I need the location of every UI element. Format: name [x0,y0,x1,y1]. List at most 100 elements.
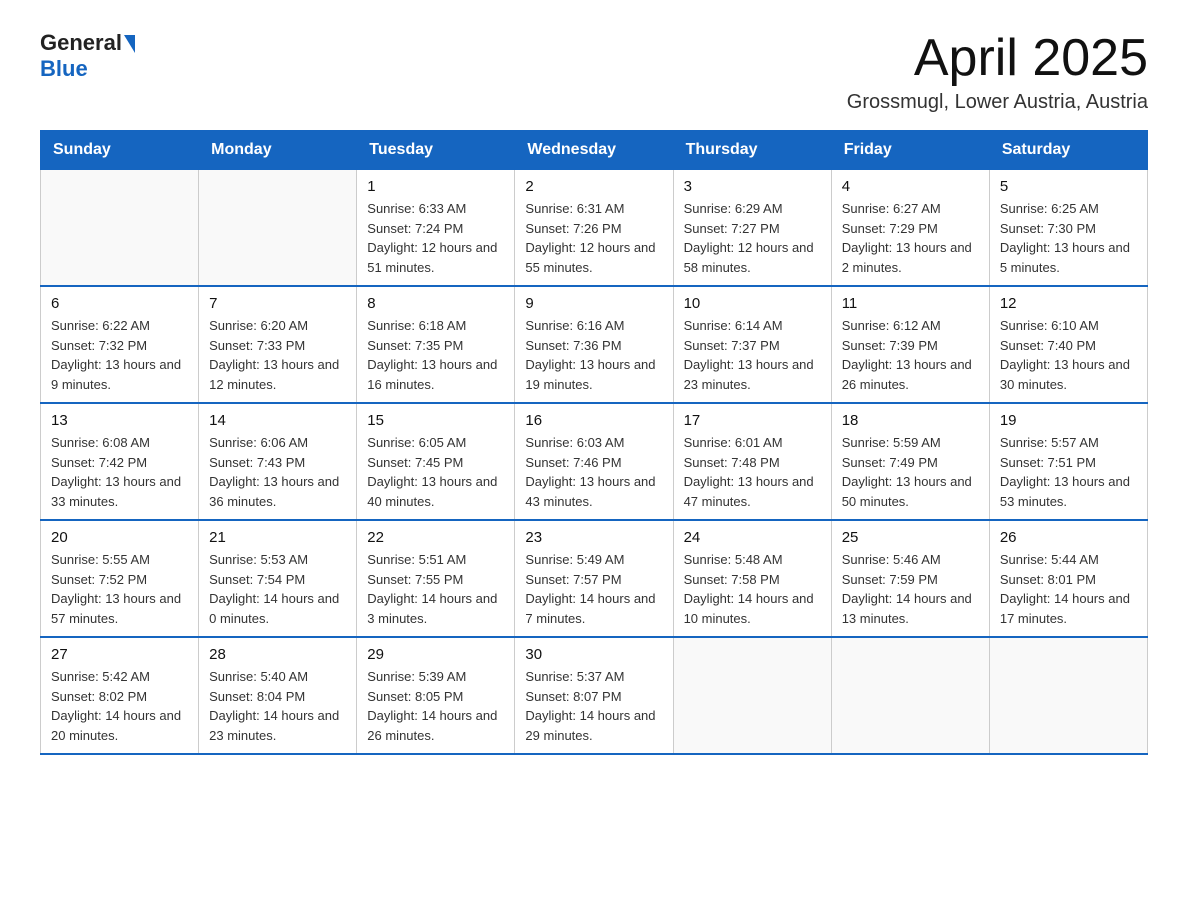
day-sun-info: Sunrise: 6:29 AMSunset: 7:27 PMDaylight:… [684,199,821,277]
day-number: 13 [51,412,188,429]
day-number: 24 [684,529,821,546]
logo-general-text: General [40,30,122,56]
day-number: 22 [367,529,504,546]
day-number: 2 [525,178,662,195]
calendar-day-cell: 22 Sunrise: 5:51 AMSunset: 7:55 PMDayligh… [357,520,515,637]
day-sun-info: Sunrise: 6:14 AMSunset: 7:37 PMDaylight:… [684,316,821,394]
day-number: 4 [842,178,979,195]
calendar-day-cell: 29 Sunrise: 5:39 AMSunset: 8:05 PMDayligh… [357,637,515,754]
day-sun-info: Sunrise: 5:37 AMSunset: 8:07 PMDaylight:… [525,667,662,745]
calendar-day-cell: 20Sunrise: 5:55 AMSunset: 7:52 PMDayligh… [41,520,199,637]
day-number: 11 [842,295,979,312]
calendar-day-cell: 16Sunrise: 6:03 AMSunset: 7:46 PMDayligh… [515,403,673,520]
day-number: 5 [1000,178,1137,195]
day-number: 23 [525,529,662,546]
day-sun-info: Sunrise: 5:53 AMSunset: 7:54 PMDaylight:… [209,550,346,628]
calendar-weekday-header: Tuesday [357,131,515,170]
day-number: 7 [209,295,346,312]
day-sun-info: Sunrise: 6:33 AMSunset: 7:24 PMDaylight:… [367,199,504,277]
day-sun-info: Sunrise: 6:16 AMSunset: 7:36 PMDaylight:… [525,316,662,394]
page-title: April 2025 [847,30,1148,87]
calendar-day-cell: 1 Sunrise: 6:33 AMSunset: 7:24 PMDaylight… [357,170,515,287]
calendar-day-cell: 21Sunrise: 5:53 AMSunset: 7:54 PMDayligh… [199,520,357,637]
day-sun-info: Sunrise: 5:59 AMSunset: 7:49 PMDaylight:… [842,433,979,511]
day-number: 8 [367,295,504,312]
calendar-day-cell [831,637,989,754]
day-sun-info: Sunrise: 6:22 AMSunset: 7:32 PMDaylight:… [51,316,188,394]
calendar-weekday-header: Saturday [989,131,1147,170]
day-sun-info: Sunrise: 5:48 AMSunset: 7:58 PMDaylight:… [684,550,821,628]
day-number: 9 [525,295,662,312]
day-number: 3 [684,178,821,195]
calendar-header-row: SundayMondayTuesdayWednesdayThursdayFrid… [41,131,1148,170]
day-sun-info: Sunrise: 6:12 AMSunset: 7:39 PMDaylight:… [842,316,979,394]
calendar-day-cell: 7 Sunrise: 6:20 AMSunset: 7:33 PMDaylight… [199,286,357,403]
day-sun-info: Sunrise: 5:57 AMSunset: 7:51 PMDaylight:… [1000,433,1137,511]
logo-blue-text: Blue [40,56,88,82]
calendar-day-cell: 6 Sunrise: 6:22 AMSunset: 7:32 PMDaylight… [41,286,199,403]
calendar-week-row: 20Sunrise: 5:55 AMSunset: 7:52 PMDayligh… [41,520,1148,637]
page-subtitle: Grossmugl, Lower Austria, Austria [847,91,1148,114]
calendar-day-cell: 13 Sunrise: 6:08 AMSunset: 7:42 PMDayligh… [41,403,199,520]
day-sun-info: Sunrise: 6:10 AMSunset: 7:40 PMDaylight:… [1000,316,1137,394]
day-number: 30 [525,646,662,663]
calendar-day-cell: 24 Sunrise: 5:48 AMSunset: 7:58 PMDayligh… [673,520,831,637]
calendar-day-cell [673,637,831,754]
calendar-day-cell: 4Sunrise: 6:27 AMSunset: 7:29 PMDaylight… [831,170,989,287]
day-sun-info: Sunrise: 6:06 AMSunset: 7:43 PMDaylight:… [209,433,346,511]
calendar-weekday-header: Monday [199,131,357,170]
day-sun-info: Sunrise: 5:44 AMSunset: 8:01 PMDaylight:… [1000,550,1137,628]
day-number: 14 [209,412,346,429]
calendar-day-cell: 18Sunrise: 5:59 AMSunset: 7:49 PMDayligh… [831,403,989,520]
calendar-weekday-header: Wednesday [515,131,673,170]
day-sun-info: Sunrise: 6:01 AMSunset: 7:48 PMDaylight:… [684,433,821,511]
calendar-day-cell: 30 Sunrise: 5:37 AMSunset: 8:07 PMDayligh… [515,637,673,754]
calendar-day-cell: 2 Sunrise: 6:31 AMSunset: 7:26 PMDaylight… [515,170,673,287]
calendar-day-cell: 27 Sunrise: 5:42 AMSunset: 8:02 PMDayligh… [41,637,199,754]
calendar-day-cell: 11 Sunrise: 6:12 AMSunset: 7:39 PMDayligh… [831,286,989,403]
day-number: 20 [51,529,188,546]
day-number: 26 [1000,529,1137,546]
calendar-day-cell [989,637,1147,754]
day-number: 28 [209,646,346,663]
day-number: 19 [1000,412,1137,429]
day-number: 25 [842,529,979,546]
page-header: General Blue April 2025 Grossmugl, Lower… [40,30,1148,114]
day-sun-info: Sunrise: 5:46 AMSunset: 7:59 PMDaylight:… [842,550,979,628]
calendar-day-cell: 14 Sunrise: 6:06 AMSunset: 7:43 PMDayligh… [199,403,357,520]
day-number: 27 [51,646,188,663]
logo: General Blue [40,30,135,82]
day-number: 12 [1000,295,1137,312]
calendar-day-cell: 9 Sunrise: 6:16 AMSunset: 7:36 PMDaylight… [515,286,673,403]
title-section: April 2025 Grossmugl, Lower Austria, Aus… [847,30,1148,114]
day-sun-info: Sunrise: 5:39 AMSunset: 8:05 PMDaylight:… [367,667,504,745]
day-number: 15 [367,412,504,429]
calendar-day-cell: 12 Sunrise: 6:10 AMSunset: 7:40 PMDayligh… [989,286,1147,403]
day-number: 10 [684,295,821,312]
calendar-table: SundayMondayTuesdayWednesdayThursdayFrid… [40,130,1148,755]
day-number: 17 [684,412,821,429]
day-sun-info: Sunrise: 5:51 AMSunset: 7:55 PMDaylight:… [367,550,504,628]
day-sun-info: Sunrise: 6:08 AMSunset: 7:42 PMDaylight:… [51,433,188,511]
day-number: 1 [367,178,504,195]
calendar-weekday-header: Friday [831,131,989,170]
day-sun-info: Sunrise: 5:42 AMSunset: 8:02 PMDaylight:… [51,667,188,745]
calendar-weekday-header: Thursday [673,131,831,170]
calendar-day-cell: 19 Sunrise: 5:57 AMSunset: 7:51 PMDayligh… [989,403,1147,520]
calendar-day-cell: 10 Sunrise: 6:14 AMSunset: 7:37 PMDayligh… [673,286,831,403]
calendar-day-cell: 3 Sunrise: 6:29 AMSunset: 7:27 PMDaylight… [673,170,831,287]
calendar-week-row: 13 Sunrise: 6:08 AMSunset: 7:42 PMDayligh… [41,403,1148,520]
day-sun-info: Sunrise: 5:49 AMSunset: 7:57 PMDaylight:… [525,550,662,628]
day-sun-info: Sunrise: 6:20 AMSunset: 7:33 PMDaylight:… [209,316,346,394]
calendar-day-cell [41,170,199,287]
day-sun-info: Sunrise: 6:18 AMSunset: 7:35 PMDaylight:… [367,316,504,394]
calendar-weekday-header: Sunday [41,131,199,170]
calendar-day-cell: 8 Sunrise: 6:18 AMSunset: 7:35 PMDaylight… [357,286,515,403]
calendar-day-cell: 28Sunrise: 5:40 AMSunset: 8:04 PMDayligh… [199,637,357,754]
day-number: 29 [367,646,504,663]
logo-arrow-icon [124,35,135,53]
day-sun-info: Sunrise: 6:03 AMSunset: 7:46 PMDaylight:… [525,433,662,511]
day-sun-info: Sunrise: 6:05 AMSunset: 7:45 PMDaylight:… [367,433,504,511]
day-sun-info: Sunrise: 6:31 AMSunset: 7:26 PMDaylight:… [525,199,662,277]
day-number: 6 [51,295,188,312]
